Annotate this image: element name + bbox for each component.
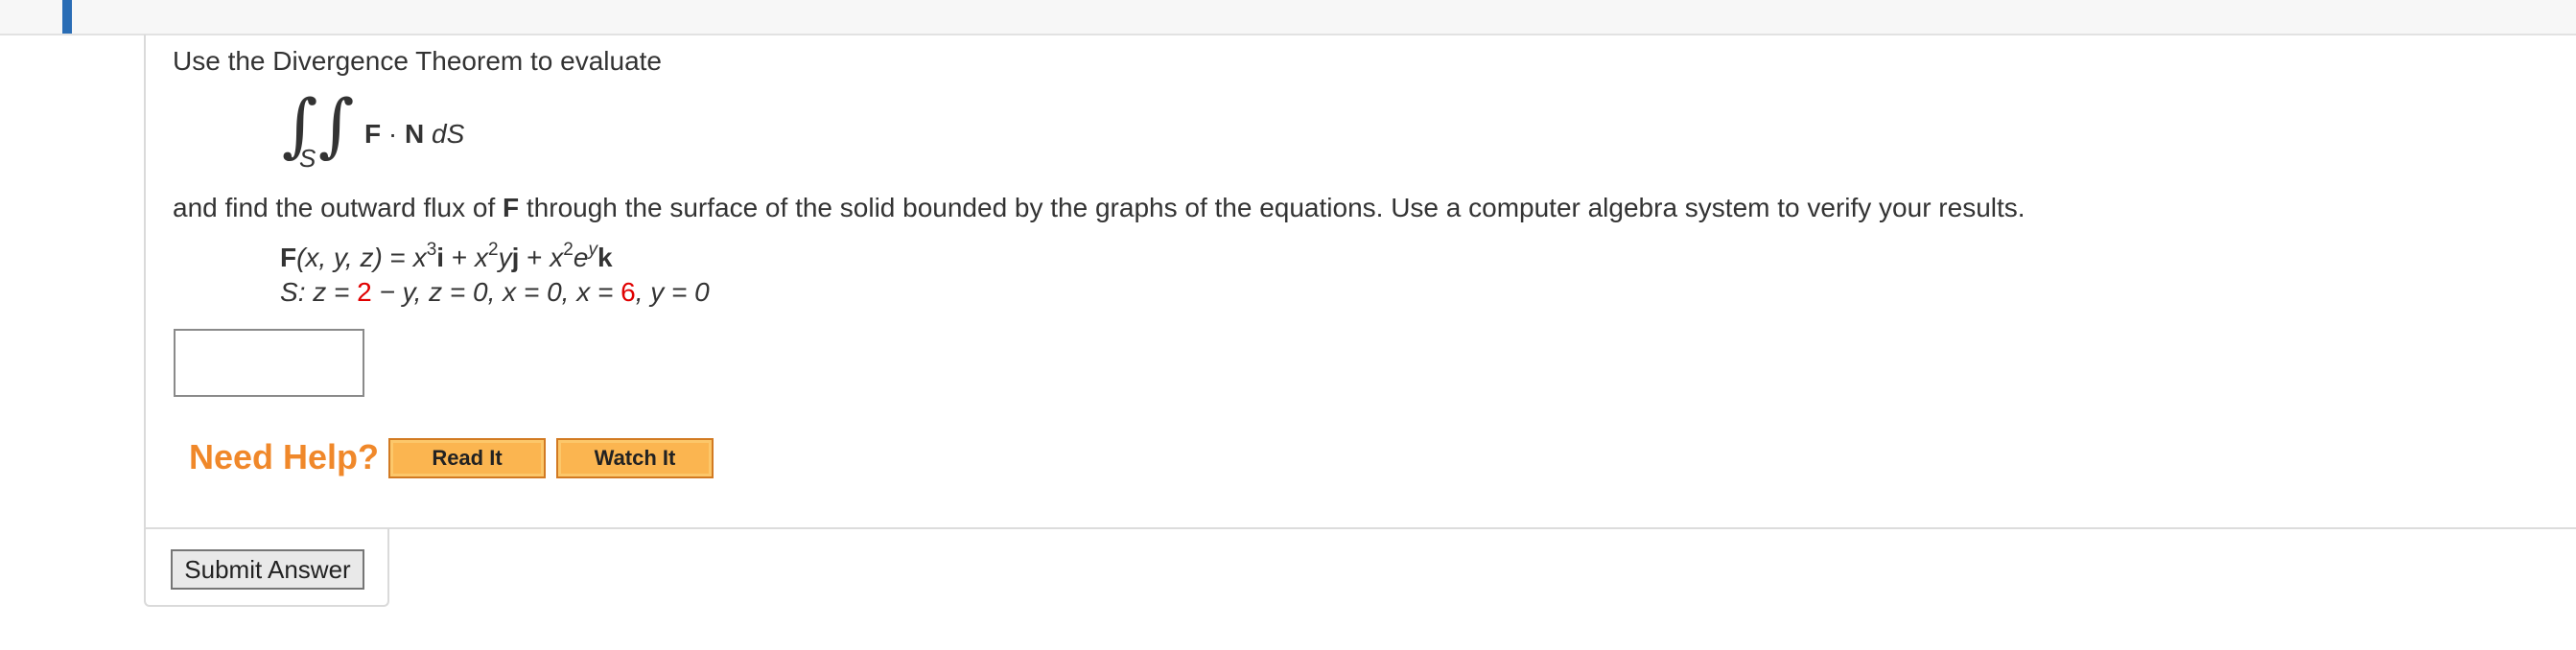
question-intro: Use the Divergence Theorem to evaluate <box>173 46 662 76</box>
integral-subscript: S <box>299 144 316 173</box>
highlighted-value: 6 <box>621 277 636 307</box>
integral-sign: ∫ <box>318 84 355 165</box>
accent-stripe <box>62 0 72 34</box>
submit-answer-button[interactable]: Submit Answer <box>171 549 364 590</box>
divider <box>144 527 2576 529</box>
highlighted-value: 2 <box>357 277 372 307</box>
read-it-button[interactable]: Read It <box>388 438 546 478</box>
vector-field-equation: F(x, y, z) = x3i + x2yj + x2eyk <box>280 240 613 272</box>
answer-input[interactable] <box>174 329 364 397</box>
question-flux-text: and find the outward flux of F through t… <box>173 193 2026 222</box>
need-help-label: Need Help? <box>189 437 380 476</box>
integrand: F · N dS <box>364 119 465 149</box>
watch-it-button[interactable]: Watch It <box>556 438 714 478</box>
surface-equations: S: z = 2 − y, z = 0, x = 0, x = 6, y = 0 <box>280 277 710 307</box>
top-bar <box>0 0 2576 35</box>
surface-integral: ∫ ∫ S F · N dS <box>278 90 508 182</box>
